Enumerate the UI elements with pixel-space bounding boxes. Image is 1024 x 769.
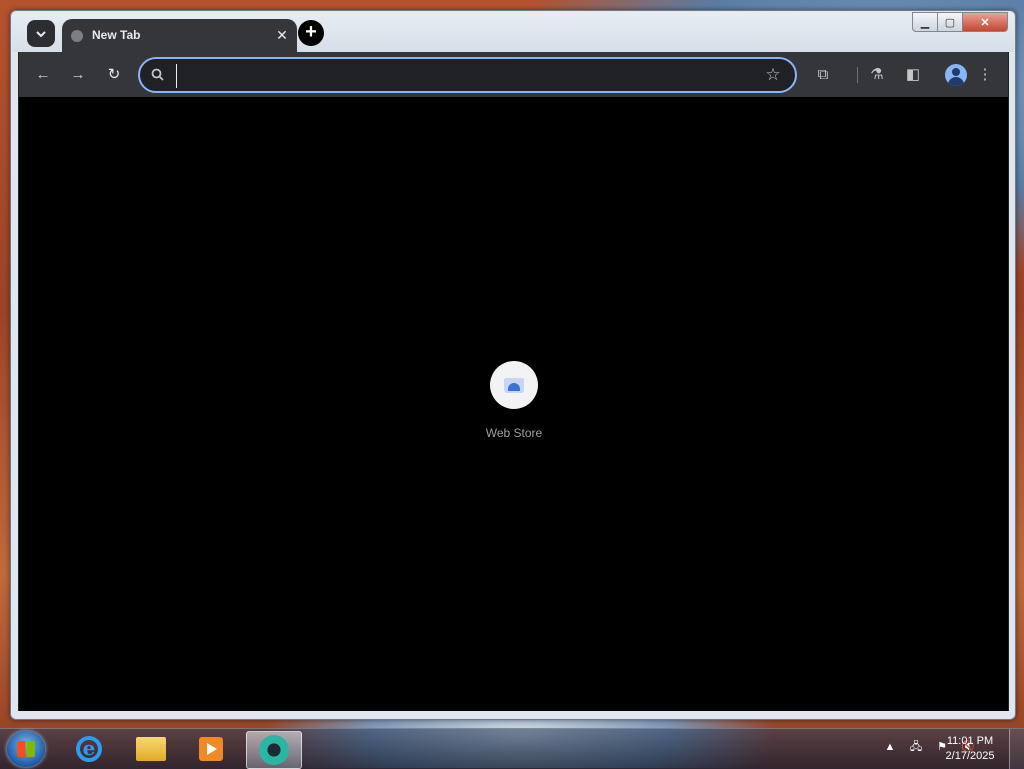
media-player-icon xyxy=(199,737,223,761)
profile-avatar[interactable] xyxy=(945,64,967,86)
start-button[interactable] xyxy=(7,731,45,767)
tab-close-icon[interactable]: ✕ xyxy=(273,26,291,44)
shortcut-web-store[interactable]: Web Store xyxy=(474,361,554,451)
taskbar-internet-explorer[interactable]: e xyxy=(62,731,116,767)
address-input[interactable] xyxy=(176,64,741,88)
folder-icon xyxy=(136,737,166,761)
taskbar: e ▲ 🖧 ⚑ 🔇 11:01 PM 2/17/2025 xyxy=(0,728,1024,769)
tab-new-tab[interactable]: New Tab ✕ xyxy=(62,19,297,53)
clock[interactable]: 11:01 PM 2/17/2025 xyxy=(940,734,1000,764)
network-icon[interactable]: 🖧 xyxy=(908,739,924,755)
clock-date: 2/17/2025 xyxy=(945,750,995,762)
web-store-bag-icon xyxy=(504,378,524,393)
clock-time: 11:01 PM xyxy=(946,735,994,747)
menu-kebab-icon[interactable]: ⋮ xyxy=(974,64,996,86)
browser-window: New Tab ✕ + ▁ ▢ ✕ ← → ↻ ☆ ⧉ ⚗ ◧ ⋮ Web St… xyxy=(10,10,1016,720)
web-store-icon xyxy=(490,361,538,409)
avatar-body xyxy=(948,77,964,86)
back-icon[interactable]: ← xyxy=(32,64,54,86)
address-bar[interactable]: ☆ xyxy=(138,57,797,93)
globe-icon xyxy=(71,30,83,42)
forward-icon[interactable]: → xyxy=(67,64,89,86)
new-tab-button[interactable]: + xyxy=(298,20,324,46)
browser-toolbar: ← → ↻ ☆ ⧉ ⚗ ◧ ⋮ xyxy=(18,52,1009,97)
maximize-button[interactable]: ▢ xyxy=(938,12,963,32)
toolbar-divider xyxy=(857,67,858,83)
new-tab-page: Web Store xyxy=(18,97,1009,711)
show-desktop-button[interactable] xyxy=(1009,729,1024,769)
taskbar-media-player[interactable] xyxy=(184,731,238,767)
search-icon xyxy=(151,68,164,81)
chevron-down-icon xyxy=(36,30,46,37)
tab-title: New Tab xyxy=(92,28,141,42)
close-window-button[interactable]: ✕ xyxy=(963,12,1008,32)
windows-logo-icon xyxy=(17,741,35,757)
show-hidden-icons-icon[interactable]: ▲ xyxy=(882,739,898,755)
reload-icon[interactable]: ↻ xyxy=(103,64,125,86)
chromium-icon xyxy=(259,735,289,765)
taskbar-chromium[interactable] xyxy=(246,731,302,769)
avatar-head xyxy=(952,68,960,76)
bookmark-star-icon[interactable]: ☆ xyxy=(763,65,783,85)
shortcut-label: Web Store xyxy=(485,426,543,440)
minimize-button[interactable]: ▁ xyxy=(912,12,938,32)
title-bar[interactable]: New Tab ✕ + ▁ ▢ ✕ xyxy=(12,12,1014,53)
labs-flask-icon[interactable]: ⚗ xyxy=(866,64,888,86)
tab-search-button[interactable] xyxy=(27,20,55,47)
taskbar-windows-explorer[interactable] xyxy=(124,731,178,767)
window-controls: ▁ ▢ ✕ xyxy=(912,12,1008,32)
extensions-icon[interactable]: ⧉ xyxy=(812,64,834,86)
side-panel-icon[interactable]: ◧ xyxy=(902,64,924,86)
internet-explorer-icon: e xyxy=(76,736,102,762)
